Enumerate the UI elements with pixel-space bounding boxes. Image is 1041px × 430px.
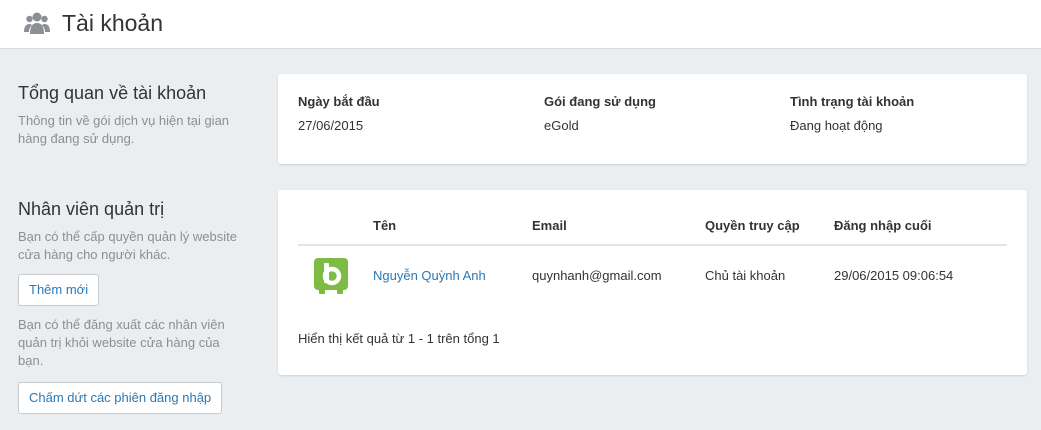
logout-description: Bạn có thể đăng xuất các nhân viên quản … xyxy=(18,317,225,368)
staff-description: Bạn có thể cấp quyền quản lý website cửa… xyxy=(18,229,237,262)
plan-value: eGold xyxy=(544,118,579,133)
overview-description: Thông tin về gói dịch vụ hiện tại gian h… xyxy=(18,113,230,146)
status-column: Tình trạng tài khoản Đang hoạt động xyxy=(790,94,914,134)
staff-role: Chủ tài khoản xyxy=(705,268,786,283)
table-row: Nguyễn Quỳnh Anh quynhanh@gmail.com Chủ … xyxy=(298,246,1007,304)
overview-section-info: Tổng quan về tài khoản Thông tin về gói … xyxy=(18,82,248,148)
staff-section-info: Nhân viên quản trị Bạn có thể cấp quyền … xyxy=(18,198,248,414)
start-date-column: Ngày bắt đầu 27/06/2015 xyxy=(298,94,380,134)
staff-email: quynhanh@gmail.com xyxy=(532,268,662,283)
top-bar: Tài khoản xyxy=(0,0,1041,49)
staff-title: Nhân viên quản trị xyxy=(18,199,165,219)
column-header-access[interactable]: Quyền truy cập xyxy=(705,218,800,234)
start-date-label: Ngày bắt đầu xyxy=(298,94,380,109)
column-header-name[interactable]: Tên xyxy=(373,218,396,234)
status-value: Đang hoạt động xyxy=(790,118,883,133)
add-staff-button[interactable]: Thêm mới xyxy=(18,274,100,306)
overview-title: Tổng quan về tài khoản xyxy=(18,83,207,103)
overview-card: Ngày bắt đầu 27/06/2015 Gói đang sử dụng… xyxy=(278,74,1027,164)
staff-last-login: 29/06/2015 09:06:54 xyxy=(834,268,954,283)
terminate-sessions-button[interactable]: Chấm dứt các phiên đăng nhập xyxy=(18,382,223,414)
staff-name-link[interactable]: Nguyễn Quỳnh Anh xyxy=(373,268,486,284)
plan-label: Gói đang sử dụng xyxy=(544,94,656,109)
staff-card: Tên Email Quyền truy cập Đăng nhập cuối … xyxy=(278,190,1027,375)
start-date-value: 27/06/2015 xyxy=(298,118,364,133)
plan-column: Gói đang sử dụng eGold xyxy=(544,94,656,134)
pagination-summary: Hiển thị kết quả từ 1 - 1 trên tổng 1 xyxy=(298,331,500,346)
column-header-email[interactable]: Email xyxy=(532,218,567,234)
page-title: Tài khoản xyxy=(62,10,164,36)
users-icon xyxy=(24,12,50,34)
status-label: Tình trạng tài khoản xyxy=(790,94,915,109)
column-header-last-login[interactable]: Đăng nhập cuối xyxy=(834,218,932,234)
green-b-logo-icon xyxy=(314,258,348,294)
table-header: Tên Email Quyền truy cập Đăng nhập cuối xyxy=(298,218,1007,246)
